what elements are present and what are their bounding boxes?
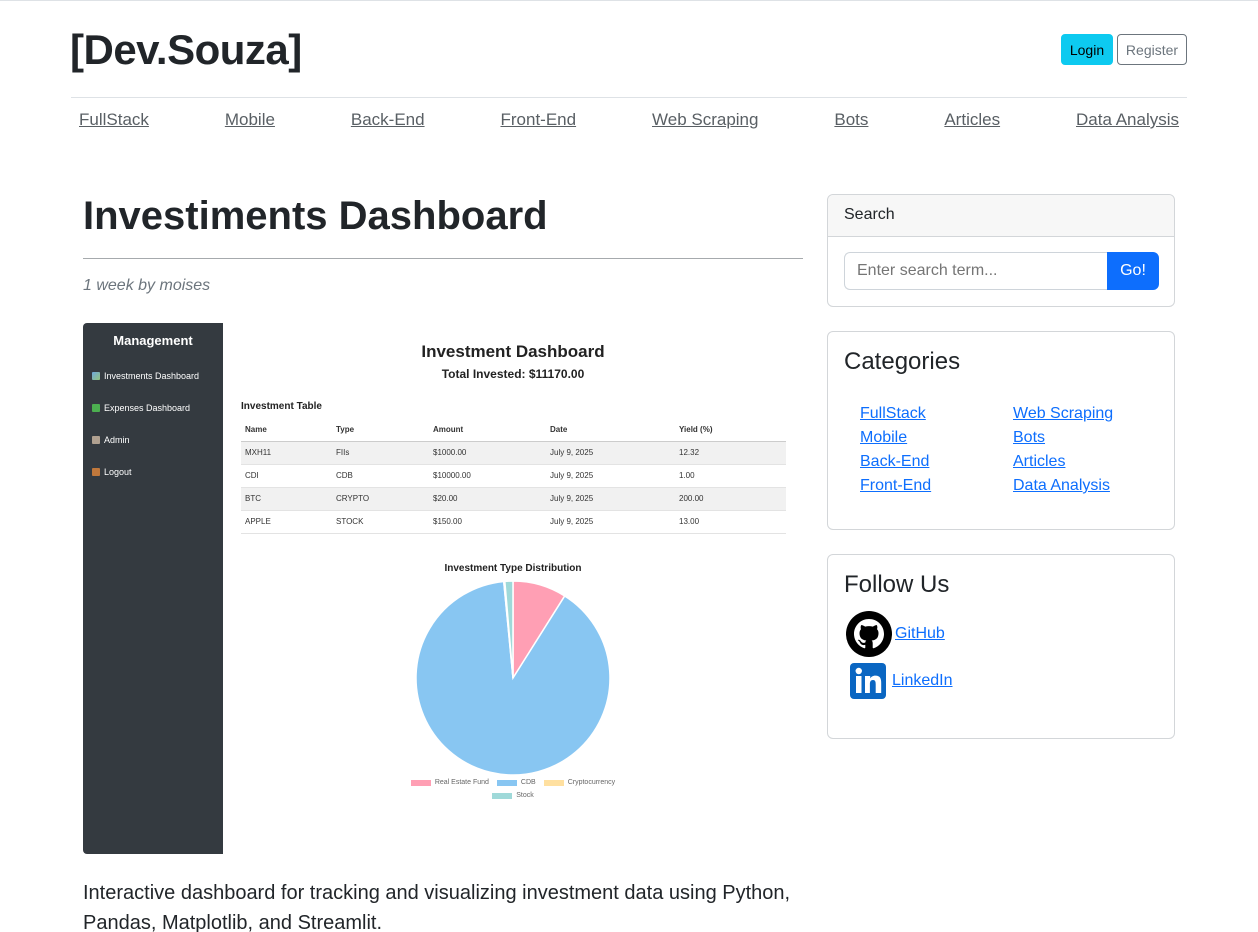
search-card: Search Go! bbox=[827, 194, 1175, 307]
top-border bbox=[0, 0, 1258, 1]
table-cell: $1000.00 bbox=[429, 441, 546, 465]
nav-item-front-end[interactable]: Front-End bbox=[500, 110, 576, 130]
table-cell: $10000.00 bbox=[429, 464, 546, 488]
nav-item-web-scraping[interactable]: Web Scraping bbox=[652, 110, 758, 130]
table-row: CDI CDB $10000.00 July 9, 2025 1.00 bbox=[241, 464, 786, 488]
table-cell: CRYPTO bbox=[332, 487, 429, 511]
table-cell: $150.00 bbox=[429, 510, 546, 534]
legend-swatch bbox=[543, 779, 564, 786]
category-link-articles[interactable]: Articles bbox=[1013, 451, 1113, 472]
dashboard-main: Investment Dashboard Total Invested: $11… bbox=[223, 323, 803, 854]
category-link-data-analysis[interactable]: Data Analysis bbox=[1013, 475, 1113, 496]
money-icon bbox=[92, 404, 100, 412]
legend-item: CDB bbox=[496, 779, 536, 786]
category-link-back-end[interactable]: Back-End bbox=[860, 451, 931, 472]
total-invested: Total Invested: $11170.00 bbox=[441, 367, 585, 381]
search-input[interactable] bbox=[844, 252, 1108, 290]
github-social: GitHub bbox=[845, 610, 945, 658]
menu-item-admin: Admin bbox=[92, 435, 130, 445]
linkedin-social: LinkedIn bbox=[850, 663, 953, 699]
category-link-bots[interactable]: Bots bbox=[1013, 427, 1113, 448]
chart-title: Investment Type Distribution bbox=[444, 563, 582, 574]
follow-title: Follow Us bbox=[844, 571, 950, 598]
table-cell: July 9, 2025 bbox=[546, 464, 675, 488]
col-header: Name bbox=[241, 419, 332, 442]
nav-item-mobile[interactable]: Mobile bbox=[225, 110, 275, 130]
dashboard-sidebar: Management Investments Dashboard Expense… bbox=[83, 323, 223, 854]
category-nav: FullStack Mobile Back-End Front-End Web … bbox=[71, 110, 1187, 130]
legend-item: Stock bbox=[492, 792, 534, 799]
table-cell: 13.00 bbox=[675, 510, 786, 534]
table-title: Investment Table bbox=[241, 401, 322, 412]
post-title: Investiments Dashboard bbox=[83, 194, 548, 238]
sidebar-title: Management bbox=[113, 333, 193, 348]
follow-card: Follow Us GitHub LinkedIn bbox=[827, 554, 1175, 739]
col-header: Yield (%) bbox=[675, 419, 786, 442]
table-cell: BTC bbox=[241, 487, 332, 511]
search-card-title: Search bbox=[828, 195, 1174, 237]
table-cell: FIIs bbox=[332, 441, 429, 465]
tools-icon bbox=[92, 436, 100, 444]
legend-item: Cryptocurrency bbox=[543, 779, 615, 786]
investment-table: Name Type Amount Date Yield (%) MXH11 FI… bbox=[241, 419, 786, 534]
categories-card: Categories FullStack Mobile Back-End Fro… bbox=[827, 331, 1175, 530]
table-cell: 200.00 bbox=[675, 487, 786, 511]
github-icon[interactable] bbox=[845, 610, 893, 658]
legend-item: Real Estate Fund bbox=[410, 779, 489, 786]
nav-item-back-end[interactable]: Back-End bbox=[351, 110, 425, 130]
table-cell: July 9, 2025 bbox=[546, 487, 675, 511]
category-link-web-scraping[interactable]: Web Scraping bbox=[1013, 403, 1113, 424]
nav-divider bbox=[71, 97, 1187, 98]
legend-swatch bbox=[492, 792, 513, 799]
categories-left-list: FullStack Mobile Back-End Front-End bbox=[860, 403, 931, 496]
search-go-button[interactable]: Go! bbox=[1107, 252, 1159, 290]
table-cell: STOCK bbox=[332, 510, 429, 534]
login-button[interactable]: Login bbox=[1061, 34, 1113, 65]
table-header-row: Name Type Amount Date Yield (%) bbox=[241, 419, 786, 442]
categories-right-list: Web Scraping Bots Articles Data Analysis bbox=[1013, 403, 1113, 496]
post-meta: 1 week by moises bbox=[83, 277, 211, 294]
menu-item-logout: Logout bbox=[92, 467, 132, 477]
col-header: Amount bbox=[429, 419, 546, 442]
table-row: MXH11 FIIs $1000.00 July 9, 2025 12.32 bbox=[241, 441, 786, 465]
site-brand[interactable]: [Dev.Souza] bbox=[70, 26, 302, 74]
nav-item-fullstack[interactable]: FullStack bbox=[79, 110, 149, 130]
title-divider bbox=[83, 258, 803, 259]
table-cell: CDI bbox=[241, 464, 332, 488]
legend-swatch bbox=[410, 779, 431, 786]
table-row: BTC CRYPTO $20.00 July 9, 2025 200.00 bbox=[241, 487, 786, 511]
table-cell: 1.00 bbox=[675, 464, 786, 488]
pie-chart bbox=[415, 580, 611, 776]
category-link-mobile[interactable]: Mobile bbox=[860, 427, 931, 448]
category-link-front-end[interactable]: Front-End bbox=[860, 475, 931, 496]
table-cell: July 9, 2025 bbox=[546, 510, 675, 534]
table-row: APPLE STOCK $150.00 July 9, 2025 13.00 bbox=[241, 510, 786, 534]
github-link[interactable]: GitHub bbox=[895, 625, 945, 643]
door-icon bbox=[92, 468, 100, 476]
chart-legend: Real Estate Fund CDB Cryptocurrency Stoc… bbox=[223, 779, 803, 805]
nav-item-data-analysis[interactable]: Data Analysis bbox=[1076, 110, 1179, 130]
category-link-fullstack[interactable]: FullStack bbox=[860, 403, 931, 424]
dashboard-title: Investment Dashboard bbox=[421, 342, 605, 361]
nav-item-articles[interactable]: Articles bbox=[944, 110, 1000, 130]
linkedin-link[interactable]: LinkedIn bbox=[892, 672, 953, 690]
post-description: Interactive dashboard for tracking and v… bbox=[83, 882, 791, 932]
linkedin-icon[interactable] bbox=[850, 663, 886, 699]
table-cell: 12.32 bbox=[675, 441, 786, 465]
table-cell: MXH11 bbox=[241, 441, 332, 465]
table-cell: APPLE bbox=[241, 510, 332, 534]
categories-title: Categories bbox=[844, 348, 961, 375]
table-cell: July 9, 2025 bbox=[546, 441, 675, 465]
post-image: Management Investments Dashboard Expense… bbox=[83, 323, 803, 854]
legend-swatch bbox=[496, 779, 517, 786]
register-button[interactable]: Register bbox=[1117, 34, 1187, 65]
table-cell: CDB bbox=[332, 464, 429, 488]
chart-icon bbox=[92, 372, 100, 380]
col-header: Date bbox=[546, 419, 675, 442]
nav-item-bots[interactable]: Bots bbox=[834, 110, 868, 130]
menu-item-investments: Investments Dashboard bbox=[92, 371, 199, 381]
table-cell: $20.00 bbox=[429, 487, 546, 511]
menu-item-expenses: Expenses Dashboard bbox=[92, 403, 190, 413]
col-header: Type bbox=[332, 419, 429, 442]
